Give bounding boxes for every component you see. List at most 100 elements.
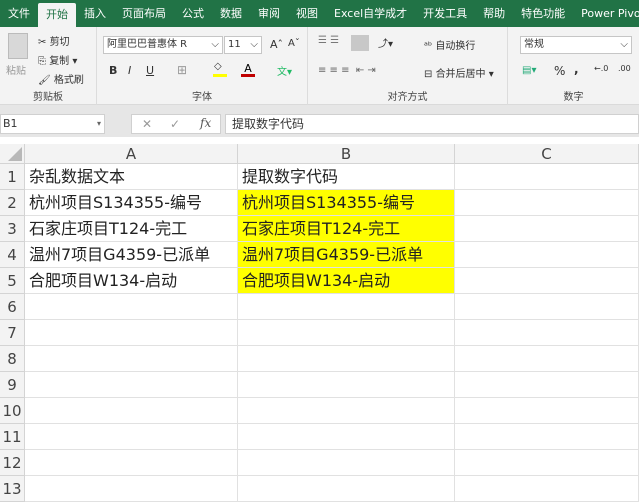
cell-C7[interactable] (455, 320, 639, 346)
insert-function-button[interactable]: fx (200, 116, 211, 130)
cell-C1[interactable] (455, 164, 639, 190)
orientation-icon[interactable]: ⤴▾ (378, 35, 393, 50)
cell-C9[interactable] (455, 372, 639, 398)
cell-A10[interactable] (25, 398, 238, 424)
align-top-icon[interactable]: ☰ ☰ (318, 35, 339, 46)
cell-B9[interactable] (238, 372, 455, 398)
cell-A2[interactable]: 杭州项目S134355-编号 (25, 190, 238, 216)
cell-A7[interactable] (25, 320, 238, 346)
cell-A12[interactable] (25, 450, 238, 476)
cell-B4[interactable]: 温州7项目G4359-已派单 (238, 242, 455, 268)
cell-C11[interactable] (455, 424, 639, 450)
tab-3[interactable]: 页面布局 (114, 0, 174, 27)
row-header-2[interactable]: 2 (0, 190, 25, 216)
copy-button[interactable]: ⎘ 复制 ▾ (38, 52, 77, 67)
cell-C4[interactable] (455, 242, 639, 268)
number-format-select[interactable]: 常规 ⌵ (520, 36, 632, 54)
wrap-text-button[interactable]: ᵃᵇ 自动换行 (424, 37, 475, 52)
column-header-B[interactable]: B (238, 144, 455, 164)
cell-C13[interactable] (455, 476, 639, 502)
decrease-font-icon[interactable]: Aˇ (288, 38, 300, 49)
tab-4[interactable]: 公式 (174, 0, 212, 27)
font-size-select[interactable]: 11 ⌵ (224, 36, 262, 54)
italic-button[interactable]: I (128, 64, 131, 77)
tab-11[interactable]: 特色功能 (513, 0, 573, 27)
cell-B8[interactable] (238, 346, 455, 372)
cell-C8[interactable] (455, 346, 639, 372)
cell-B1[interactable]: 提取数字代码 (238, 164, 455, 190)
cell-A5[interactable]: 合肥项目W134-启动 (25, 268, 238, 294)
tab-1[interactable]: 开始 (38, 3, 76, 27)
tab-6[interactable]: 审阅 (250, 0, 288, 27)
cell-B2[interactable]: 杭州项目S134355-编号 (238, 190, 455, 216)
cancel-icon[interactable]: ✕ (142, 117, 152, 131)
cell-A13[interactable] (25, 476, 238, 502)
cell-C3[interactable] (455, 216, 639, 242)
tab-2[interactable]: 插入 (76, 0, 114, 27)
align-bottom-icon[interactable] (351, 35, 369, 51)
underline-button[interactable]: U (146, 64, 154, 77)
cell-B11[interactable] (238, 424, 455, 450)
cut-button[interactable]: ✂ 剪切 (38, 33, 70, 48)
cell-B7[interactable] (238, 320, 455, 346)
cell-C6[interactable] (455, 294, 639, 320)
cell-C10[interactable] (455, 398, 639, 424)
comma-button[interactable]: , (574, 62, 579, 76)
cell-C12[interactable] (455, 450, 639, 476)
row-header-1[interactable]: 1 (0, 164, 25, 190)
phonetic-icon[interactable]: 文▾ (277, 63, 292, 78)
font-color-button[interactable]: A (241, 63, 255, 77)
cell-A1[interactable]: 杂乱数据文本 (25, 164, 238, 190)
column-header-A[interactable]: A (25, 144, 238, 164)
cell-A11[interactable] (25, 424, 238, 450)
paste-button[interactable]: 粘贴 (6, 62, 26, 77)
tab-12[interactable]: Power Pivot (573, 0, 639, 27)
tab-5[interactable]: 数据 (212, 0, 250, 27)
cell-A3[interactable]: 石家庄项目T124-完工 (25, 216, 238, 242)
row-header-11[interactable]: 11 (0, 424, 25, 450)
tab-9[interactable]: 开发工具 (415, 0, 475, 27)
tab-8[interactable]: Excel自学成才 (326, 0, 415, 27)
cell-A9[interactable] (25, 372, 238, 398)
cell-B13[interactable] (238, 476, 455, 502)
bold-button[interactable]: B (109, 64, 117, 77)
row-header-12[interactable]: 12 (0, 450, 25, 476)
cell-A8[interactable] (25, 346, 238, 372)
cell-B12[interactable] (238, 450, 455, 476)
decrease-decimal-icon[interactable]: .00 (618, 64, 631, 73)
font-name-select[interactable]: 阿里巴巴普惠体 R ⌵ (103, 36, 223, 54)
row-header-7[interactable]: 7 (0, 320, 25, 346)
tab-7[interactable]: 视图 (288, 0, 326, 27)
select-all-button[interactable] (0, 144, 25, 164)
cell-C2[interactable] (455, 190, 639, 216)
fill-color-button[interactable]: ◇ (213, 61, 227, 77)
format-painter-button[interactable]: 🖌 格式刷 (38, 71, 84, 86)
increase-font-icon[interactable]: Aˆ (270, 38, 283, 51)
tab-10[interactable]: 帮助 (475, 0, 513, 27)
cell-C5[interactable] (455, 268, 639, 294)
row-header-4[interactable]: 4 (0, 242, 25, 268)
cell-B6[interactable] (238, 294, 455, 320)
row-header-5[interactable]: 5 (0, 268, 25, 294)
name-box[interactable]: B1 ▾ (0, 114, 105, 134)
currency-icon[interactable]: ▤▾ (522, 65, 536, 76)
row-header-3[interactable]: 3 (0, 216, 25, 242)
enter-icon[interactable]: ✓ (170, 117, 180, 131)
merge-center-button[interactable]: ⊟ 合并后居中 ▾ (424, 65, 494, 80)
increase-decimal-icon[interactable]: ←.0 (594, 64, 608, 73)
row-header-13[interactable]: 13 (0, 476, 25, 502)
cell-B5[interactable]: 合肥项目W134-启动 (238, 268, 455, 294)
tab-0[interactable]: 文件 (0, 0, 38, 27)
column-header-C[interactable]: C (455, 144, 639, 164)
cell-B10[interactable] (238, 398, 455, 424)
border-icon[interactable]: ⊞ (177, 63, 187, 77)
percent-button[interactable]: % (554, 64, 565, 78)
cell-A6[interactable] (25, 294, 238, 320)
formula-input[interactable]: 提取数字代码 (225, 114, 639, 134)
row-header-8[interactable]: 8 (0, 346, 25, 372)
row-header-9[interactable]: 9 (0, 372, 25, 398)
cell-B3[interactable]: 石家庄项目T124-完工 (238, 216, 455, 242)
row-header-10[interactable]: 10 (0, 398, 25, 424)
align-left-center-right-icons[interactable]: ≡ ≡ ≡ ⇤ ⇥ (318, 65, 376, 76)
row-header-6[interactable]: 6 (0, 294, 25, 320)
